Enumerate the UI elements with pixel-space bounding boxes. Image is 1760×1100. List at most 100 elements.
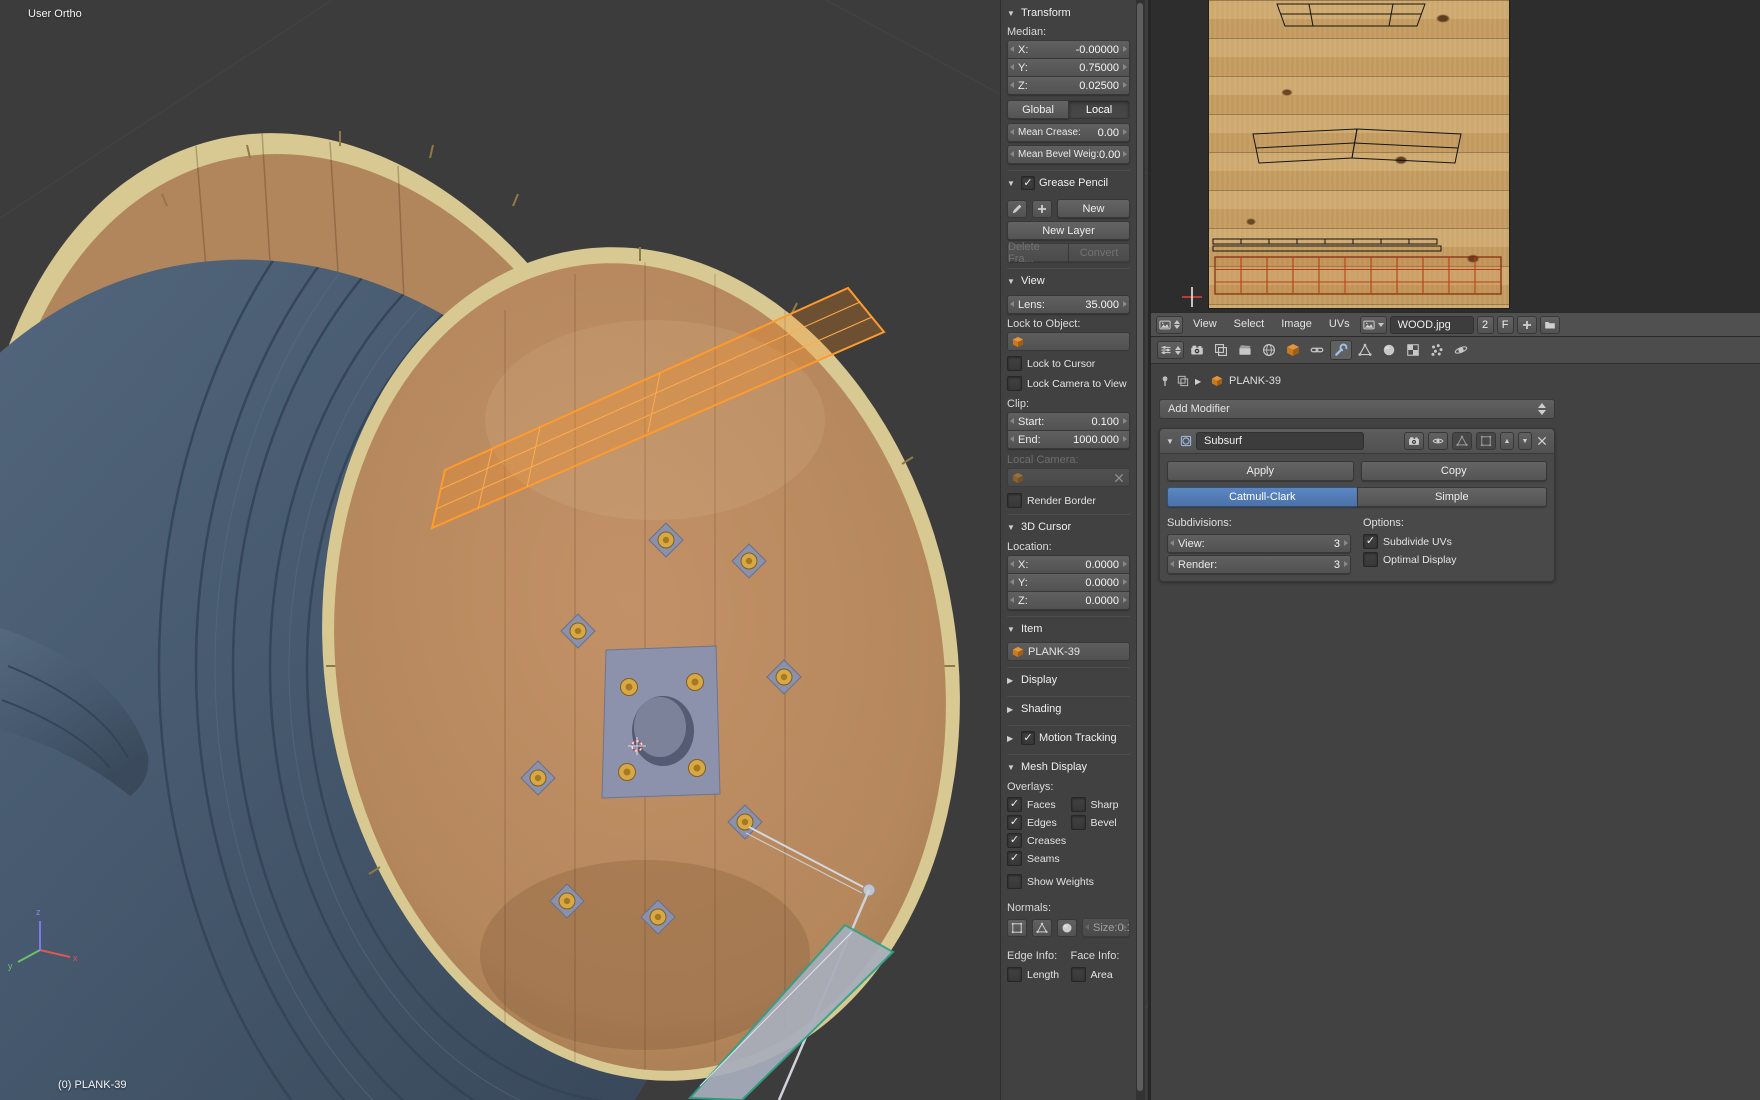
bevel-checkbox[interactable] [1070, 815, 1086, 830]
viewport-3d-canvas[interactable]: x y z [0, 0, 1148, 1100]
lock-camera-to-view-checkbox[interactable] [1007, 376, 1022, 391]
clear-icon[interactable] [1113, 472, 1125, 484]
new-layer-button[interactable]: New Layer [1007, 221, 1130, 240]
lens-field[interactable]: Lens: 35.000 [1007, 295, 1130, 314]
uv-2d-cursor[interactable] [1179, 284, 1205, 310]
seams-checkbox[interactable] [1007, 851, 1022, 866]
modifier-name-field[interactable]: Subsurf [1196, 432, 1364, 450]
tab-object[interactable] [1282, 340, 1304, 360]
clip-end-field[interactable]: End: 1000.000 [1007, 430, 1130, 449]
menu-select[interactable]: Select [1227, 312, 1272, 337]
local-button[interactable]: Local [1068, 100, 1130, 119]
menu-image[interactable]: Image [1274, 312, 1319, 337]
cursor-z-field[interactable]: Z: 0.0000 [1007, 591, 1130, 610]
face-normals-icon[interactable] [1057, 918, 1077, 937]
show-weights-checkbox[interactable] [1007, 874, 1022, 889]
faces-checkbox[interactable] [1007, 797, 1022, 812]
area-checkbox[interactable] [1070, 967, 1086, 982]
grease-pencil-new-button[interactable]: New [1057, 199, 1130, 218]
collapse-arrow-icon[interactable]: ▼ [1166, 437, 1176, 446]
uv-image-wood[interactable] [1209, 0, 1509, 308]
n-panel-scrollbar[interactable] [1136, 0, 1145, 1100]
open-image-button[interactable] [1539, 315, 1560, 334]
hub-plate[interactable] [601, 645, 721, 799]
motion-tracking-section-header[interactable]: ▶Motion Tracking [1007, 728, 1130, 748]
cursor-y-field[interactable]: Y: 0.0000 [1007, 573, 1130, 592]
cursor-section-header[interactable]: ▼ 3D Cursor [1007, 517, 1130, 537]
subdivisions-view-field[interactable]: View: 3 [1167, 534, 1351, 553]
view-section-header[interactable]: ▼ View [1007, 271, 1130, 291]
clip-start-field[interactable]: Start: 0.100 [1007, 412, 1130, 431]
delete-modifier-icon[interactable] [1536, 435, 1548, 447]
modifier-header[interactable]: ▼ Subsurf ▲ ▼ [1160, 429, 1554, 454]
tab-scene[interactable] [1234, 340, 1256, 360]
median-y-field[interactable]: Y: 0.75000 [1007, 58, 1130, 77]
move-modifier-down[interactable]: ▼ [1518, 432, 1532, 450]
tab-constraints[interactable] [1306, 340, 1328, 360]
tab-texture[interactable] [1402, 340, 1424, 360]
menu-uvs[interactable]: UVs [1322, 312, 1357, 337]
image-users-button[interactable]: 2 [1476, 315, 1494, 334]
subdivide-uvs-checkbox[interactable] [1363, 534, 1378, 549]
subdivisions-render-field[interactable]: Render: 3 [1167, 555, 1351, 574]
editor-type-selector[interactable] [1157, 341, 1184, 359]
shading-section-header[interactable]: ▶ Shading [1007, 699, 1130, 719]
sharp-checkbox[interactable] [1070, 797, 1086, 812]
grease-pencil-checkbox[interactable] [1021, 176, 1035, 190]
toggle-viewport-visibility[interactable] [1428, 432, 1448, 450]
tab-physics[interactable] [1450, 340, 1472, 360]
toggle-edit-mode-display[interactable] [1452, 432, 1472, 450]
simple-button[interactable]: Simple [1356, 487, 1547, 507]
editor-type-selector[interactable] [1156, 315, 1183, 334]
browse-image-button[interactable] [1359, 315, 1387, 334]
optimal-display-checkbox[interactable] [1363, 552, 1378, 567]
menu-view[interactable]: View [1186, 312, 1224, 337]
normals-size-field[interactable]: Size:0.10 [1082, 918, 1130, 937]
transform-section-header[interactable]: ▼ Transform [1007, 3, 1130, 23]
global-button[interactable]: Global [1007, 100, 1069, 119]
tab-render[interactable] [1186, 340, 1208, 360]
length-checkbox[interactable] [1007, 967, 1022, 982]
tab-render-layers[interactable] [1210, 340, 1232, 360]
grease-pencil-section-header[interactable]: ▼Grease Pencil [1007, 173, 1130, 193]
pin-icon[interactable] [1159, 375, 1171, 387]
tab-modifiers[interactable] [1330, 340, 1352, 360]
motion-tracking-checkbox[interactable] [1021, 731, 1035, 745]
mean-bevel-weight-field[interactable]: Mean Bevel Weig: 0.00 [1007, 145, 1130, 164]
mesh-display-section-header[interactable]: ▼ Mesh Display [1007, 757, 1130, 777]
median-x-field[interactable]: X: -0.00000 [1007, 40, 1130, 59]
lock-to-object-field[interactable] [1007, 332, 1130, 351]
grease-pencil-add-icon[interactable] [1032, 199, 1052, 218]
fake-user-button[interactable]: F [1496, 315, 1514, 334]
browse-context-icon[interactable] [1177, 375, 1189, 387]
add-modifier-dropdown[interactable]: Add Modifier [1159, 399, 1555, 419]
edges-checkbox[interactable] [1007, 815, 1022, 830]
item-name-field[interactable]: PLANK-39 [1007, 642, 1130, 661]
tab-object-data[interactable] [1354, 340, 1376, 360]
scrollbar-thumb[interactable] [1137, 3, 1143, 1091]
local-camera-field[interactable] [1007, 468, 1130, 487]
new-image-button[interactable] [1516, 315, 1537, 334]
tab-material[interactable] [1378, 340, 1400, 360]
mean-crease-field[interactable]: Mean Crease: 0.00 [1007, 123, 1130, 142]
toggle-render-visibility[interactable] [1404, 432, 1424, 450]
loop-normals-icon[interactable] [1032, 918, 1052, 937]
render-border-checkbox[interactable] [1007, 493, 1022, 508]
uv-image-editor-canvas[interactable] [1151, 0, 1760, 312]
tab-world[interactable] [1258, 340, 1280, 360]
convert-button[interactable]: Convert [1068, 243, 1130, 262]
item-section-header[interactable]: ▼ Item [1007, 619, 1130, 639]
catmull-clark-button[interactable]: Catmull-Clark [1167, 487, 1358, 507]
display-section-header[interactable]: ▶ Display [1007, 670, 1130, 690]
viewport-3d[interactable]: x y z User Ortho (0) PLANK-39 ▼ Transform… [0, 0, 1148, 1100]
tab-particles[interactable] [1426, 340, 1448, 360]
cursor-x-field[interactable]: X: 0.0000 [1007, 555, 1130, 574]
grease-pencil-draw-icon[interactable] [1007, 199, 1027, 218]
creases-checkbox[interactable] [1007, 833, 1022, 848]
vertex-normals-icon[interactable] [1007, 918, 1027, 937]
copy-button[interactable]: Copy [1360, 461, 1547, 481]
toggle-cage-display[interactable] [1476, 432, 1496, 450]
delete-frame-button[interactable]: Delete Fra... [1007, 241, 1069, 265]
move-modifier-up[interactable]: ▲ [1500, 432, 1514, 450]
median-z-field[interactable]: Z: 0.02500 [1007, 76, 1130, 95]
